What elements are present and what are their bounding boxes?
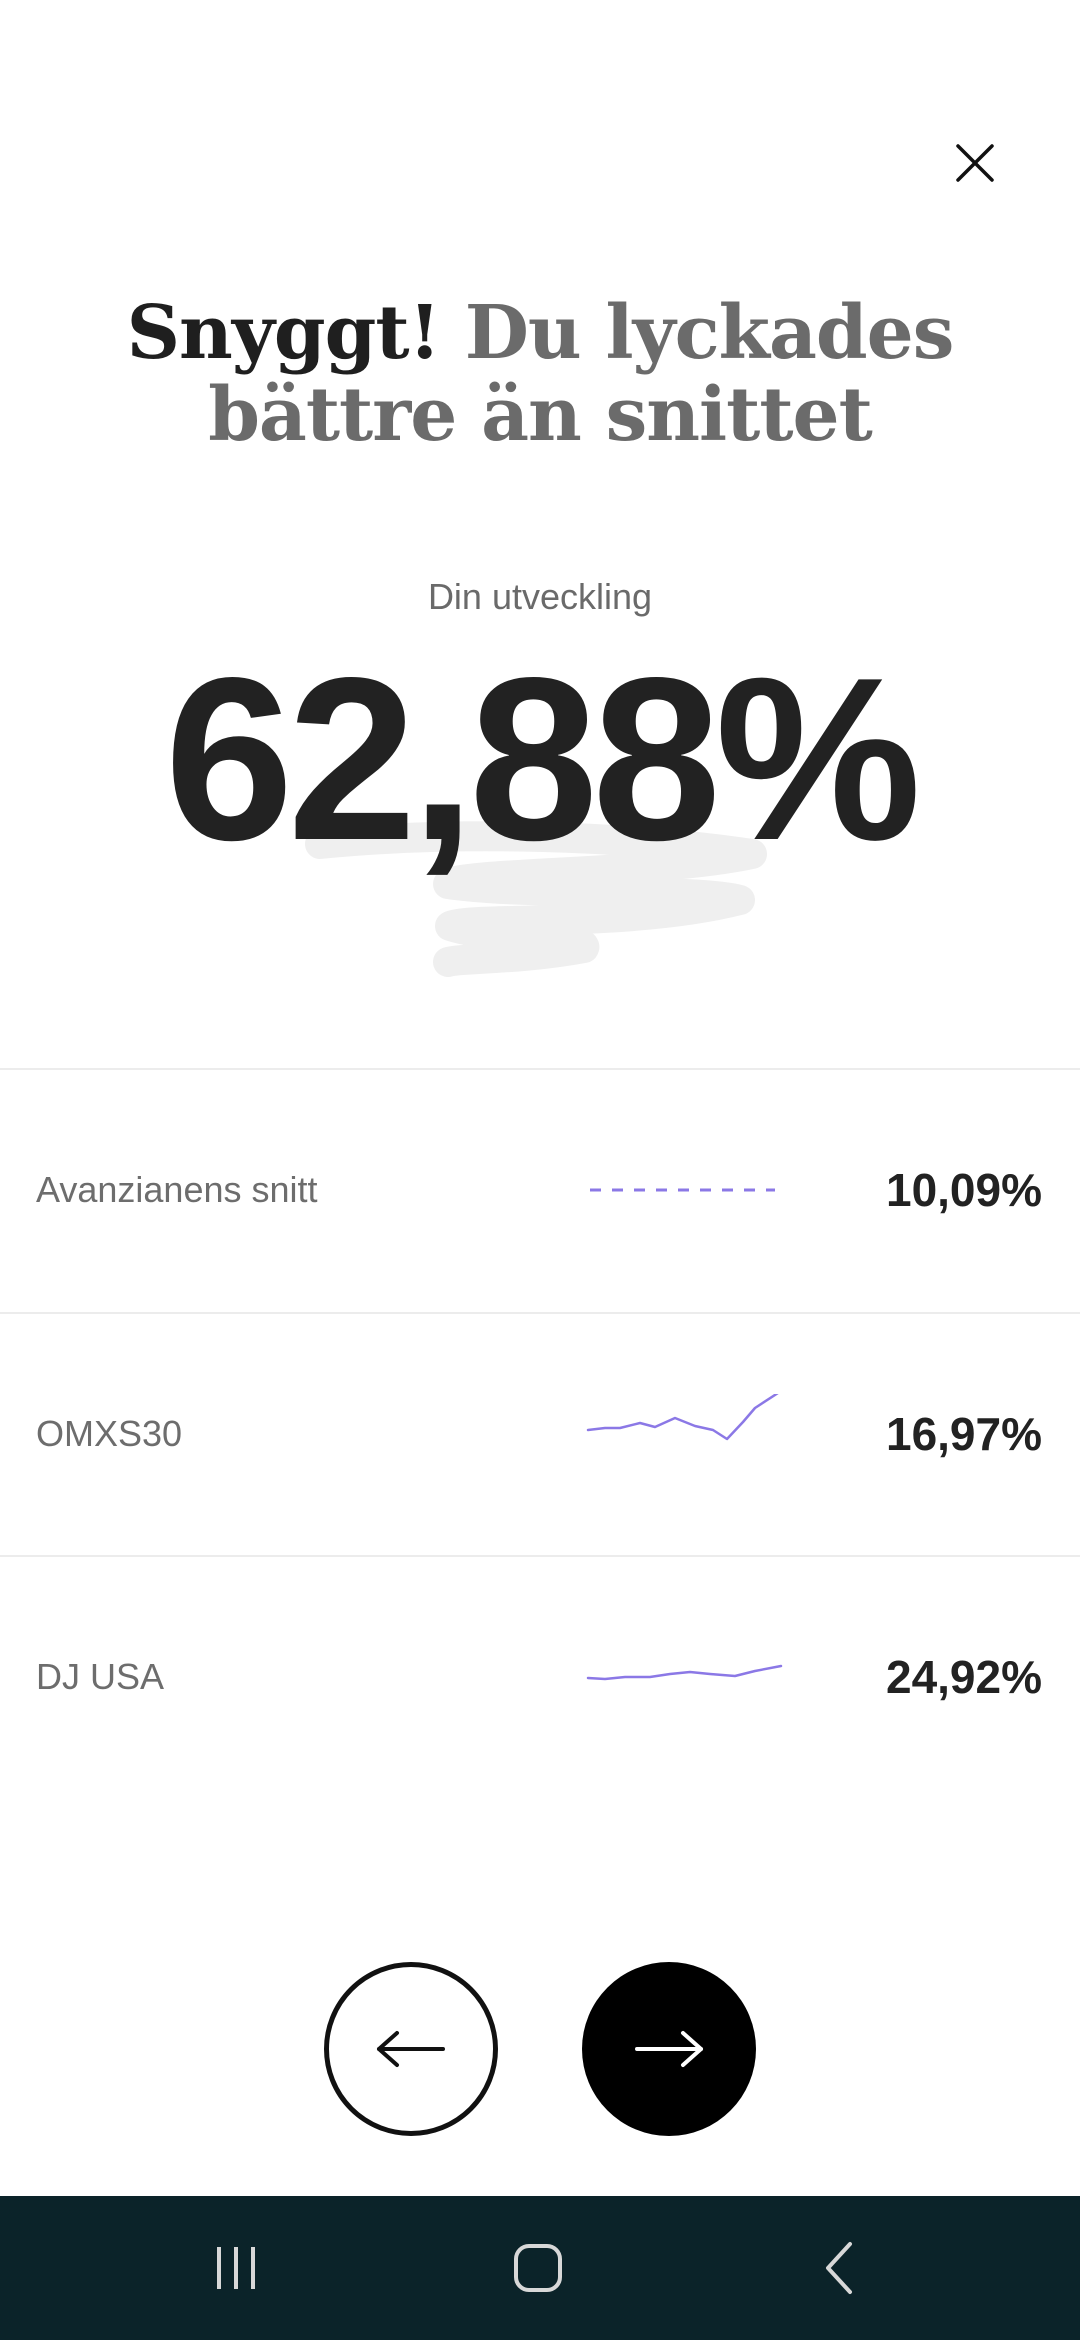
recents-button[interactable] <box>176 2196 296 2340</box>
row-label: Avanzianens snitt <box>36 1169 318 1210</box>
row-value: 10,09% <box>885 1164 1042 1216</box>
system-navigation-bar <box>0 2196 1080 2340</box>
comparison-row-avanza: Avanzianens snitt 10,09% <box>0 1070 1080 1310</box>
result-headline: Snyggt! Du lyckades bättre än snittet <box>60 292 1020 456</box>
row-label: OMXS30 <box>36 1413 183 1454</box>
next-button[interactable] <box>582 1962 756 2136</box>
row-value: 16,97% <box>885 1408 1042 1460</box>
result-screen: Snyggt! Du lyckades bättre än snittet Di… <box>0 0 1080 2340</box>
row-label: DJ USA <box>36 1656 165 1697</box>
previous-button[interactable] <box>324 1962 498 2136</box>
close-button[interactable] <box>940 128 1010 198</box>
sparkline-djusa <box>586 1664 783 1681</box>
recents-icon <box>217 2247 255 2289</box>
comparison-row-djusa: DJ USA 24,92% <box>0 1557 1080 1797</box>
home-button[interactable] <box>478 2196 598 2340</box>
home-icon <box>514 2244 562 2292</box>
row-value: 24,92% <box>885 1651 1042 1703</box>
development-label: Din utveckling <box>427 576 653 617</box>
arrow-left-icon <box>377 2031 445 2067</box>
headline-soft-line2: bättre än snittet <box>208 372 873 458</box>
back-button[interactable] <box>780 2196 900 2340</box>
close-icon <box>956 144 994 182</box>
back-icon <box>826 2242 852 2294</box>
headline-soft-line1: Du lyckades <box>440 290 955 376</box>
comparison-row-omxs30: OMXS30 16,97% <box>0 1314 1080 1554</box>
arrow-right-icon <box>635 2031 703 2067</box>
development-value: 62,88% <box>164 630 922 889</box>
sparkline-dashed <box>590 1188 775 1192</box>
headline-strong: Snyggt! <box>126 290 441 376</box>
sparkline-omxs30 <box>586 1394 779 1441</box>
